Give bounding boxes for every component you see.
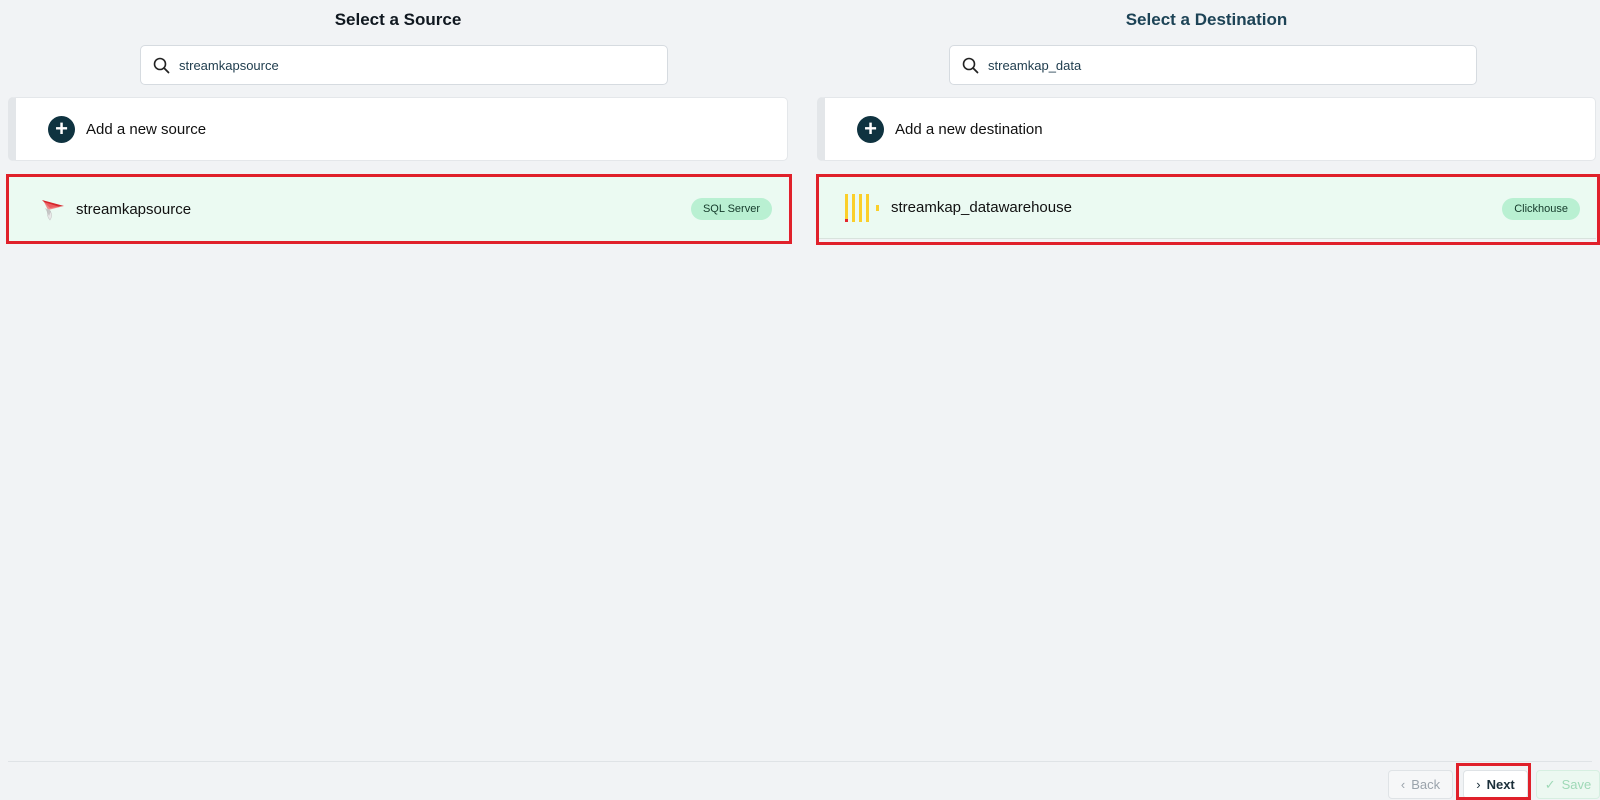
search-icon: [962, 57, 979, 73]
save-button[interactable]: ✓ Save: [1536, 770, 1600, 799]
add-new-source-button[interactable]: + Add a new source: [8, 97, 788, 161]
source-search-input[interactable]: [179, 57, 639, 73]
add-new-destination-label: Add a new destination: [895, 120, 1043, 138]
footer-divider: [8, 761, 1592, 762]
sql-server-icon: [40, 196, 66, 222]
save-button-label: Save: [1561, 777, 1592, 792]
destination-search-input[interactable]: [988, 57, 1448, 73]
add-new-destination-button[interactable]: + Add a new destination: [817, 97, 1596, 161]
back-button-label: Back: [1411, 777, 1441, 792]
destination-item-name: streamkap_datawarehouse: [891, 199, 1072, 216]
source-search-box[interactable]: [140, 45, 668, 85]
chevron-left-icon: ‹: [1400, 777, 1406, 792]
add-new-source-label: Add a new source: [86, 120, 207, 138]
next-button-label: Next: [1486, 777, 1515, 792]
clickhouse-icon: [845, 193, 879, 222]
destination-list-item[interactable]: streamkap_datawarehouse Clickhouse: [817, 177, 1596, 239]
destination-title: Select a Destination: [1125, 10, 1288, 29]
search-icon: [153, 57, 170, 73]
back-button[interactable]: ‹ Back: [1388, 770, 1453, 799]
source-title: Select a Source: [334, 10, 462, 29]
plus-icon: +: [857, 115, 884, 143]
check-icon: ✓: [1544, 776, 1556, 792]
source-type-badge: SQL Server: [690, 198, 772, 220]
destination-search-box[interactable]: [949, 45, 1477, 85]
plus-icon: +: [48, 115, 75, 143]
source-item-name: streamkapsource: [76, 200, 192, 218]
source-list-item[interactable]: streamkapsource SQL Server: [8, 177, 788, 241]
destination-type-badge: Clickhouse: [1502, 198, 1580, 220]
chevron-right-icon: ›: [1476, 777, 1481, 792]
next-button[interactable]: › Next: [1463, 770, 1528, 799]
